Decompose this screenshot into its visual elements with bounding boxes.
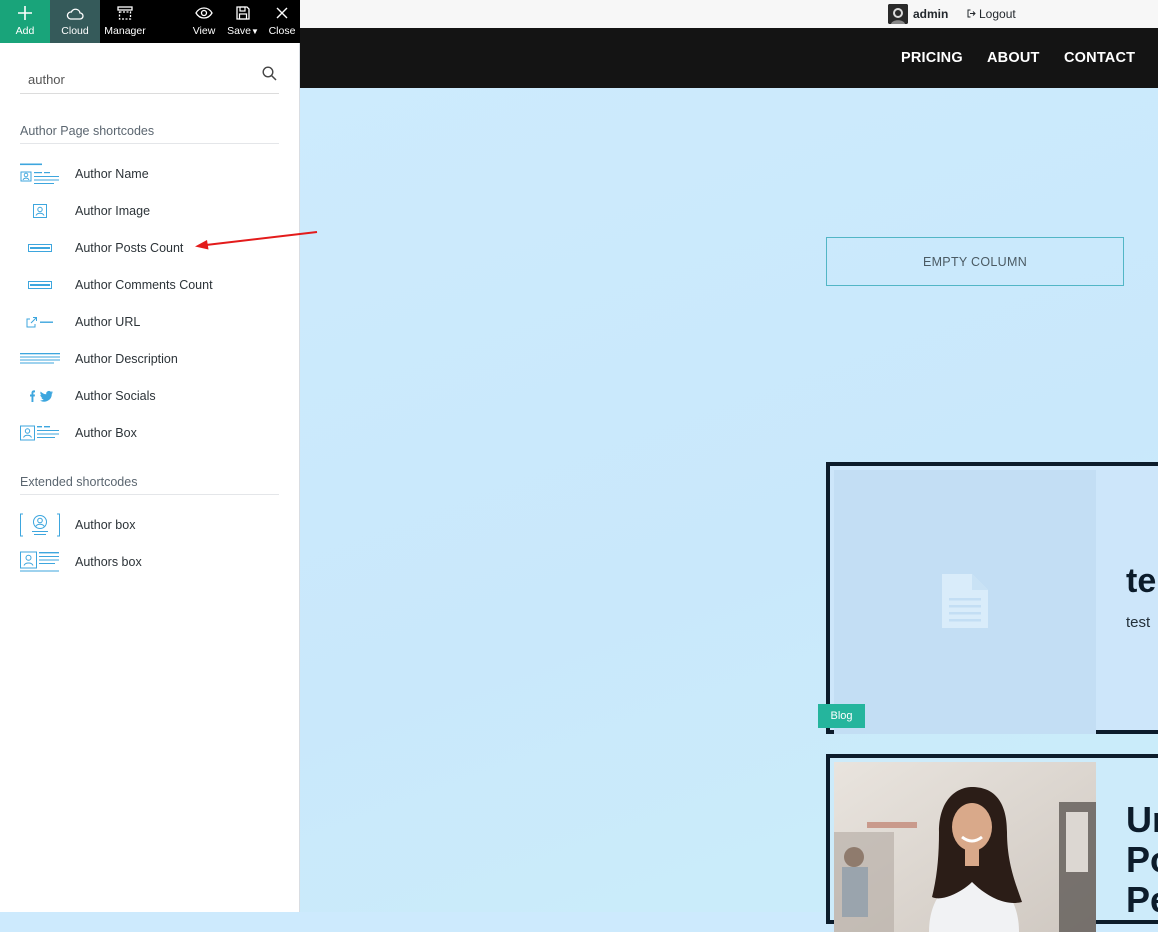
- site-navbar: PRICING ABOUT CONTACT: [300, 28, 1158, 88]
- post-card-excerpt: test: [1126, 614, 1151, 631]
- author-url-icon: [20, 308, 60, 336]
- builder-toolbar: Add Cloud Manager View Save▼ Close: [0, 0, 300, 43]
- search-icon[interactable]: [262, 66, 277, 86]
- post-card-title[interactable]: Ur Po Pe: [1126, 800, 1158, 920]
- shortcode-author-url[interactable]: Author URL: [20, 308, 279, 336]
- admin-username[interactable]: admin: [913, 7, 948, 21]
- empty-column-placeholder[interactable]: EMPTY COLUMN: [826, 237, 1124, 286]
- author-name-icon: [20, 160, 60, 188]
- document-icon: [942, 574, 988, 628]
- shortcode-label: Author Image: [75, 204, 151, 218]
- close-icon: [264, 5, 300, 21]
- shortcode-label: Author Name: [75, 167, 149, 181]
- admin-bar: admin Logout: [300, 0, 1158, 28]
- post-card-photo: [834, 762, 1096, 932]
- search-input[interactable]: [28, 70, 248, 88]
- shortcode-author-name[interactable]: Author Name: [20, 160, 279, 188]
- logout-link[interactable]: Logout: [967, 7, 1016, 21]
- add-button[interactable]: Add: [0, 0, 50, 43]
- shortcode-author-comments-count[interactable]: Author Comments Count: [20, 271, 279, 299]
- cloud-button[interactable]: Cloud: [50, 0, 100, 43]
- add-label: Add: [15, 25, 35, 37]
- shortcode-author-socials[interactable]: Author Socials: [20, 382, 279, 410]
- shortcode-search: [20, 62, 279, 94]
- shortcodes-panel: Add Cloud Manager View Save▼ Close autho…: [0, 0, 300, 912]
- post-card-image: [834, 470, 1096, 734]
- authors-box-icon: [20, 548, 60, 576]
- section-title-extended: Extended shortcodes: [20, 475, 279, 495]
- cloud-icon: [50, 5, 100, 21]
- shortcode-label: Author box: [75, 518, 136, 532]
- post-card[interactable]: te test: [826, 462, 1158, 734]
- shortcode-label: Authors box: [75, 555, 142, 569]
- nav-pricing[interactable]: PRICING: [901, 50, 963, 66]
- close-label: Close: [268, 25, 296, 37]
- shortcode-author-description[interactable]: Author Description: [20, 345, 279, 373]
- logout-label: Logout: [979, 7, 1016, 21]
- nav-about[interactable]: ABOUT: [987, 50, 1040, 66]
- post-card[interactable]: Ur Po Pe: [826, 754, 1158, 932]
- shortcode-label: Author URL: [75, 315, 141, 329]
- logout-icon: [967, 7, 976, 21]
- shortcode-author-box[interactable]: Author Box: [20, 419, 279, 447]
- annotation-arrow-icon: [195, 231, 318, 250]
- shortcode-author-box-extended[interactable]: Author box: [20, 511, 279, 539]
- shortcode-label: Author Box: [75, 426, 137, 440]
- shortcode-label: Author Posts Count: [75, 241, 184, 255]
- shortcode-label: Author Comments Count: [75, 278, 213, 292]
- section-title-author-page: Author Page shortcodes: [20, 124, 279, 144]
- save-button[interactable]: Save▼: [222, 0, 264, 43]
- view-label: View: [192, 25, 216, 37]
- avatar[interactable]: [888, 4, 908, 24]
- title-line: Pe: [1126, 879, 1158, 920]
- shortcode-label: Author Description: [75, 352, 178, 366]
- shortcode-label: Author Socials: [75, 389, 156, 403]
- caret-down-icon: ▼: [251, 27, 259, 36]
- manager-icon: [100, 5, 150, 21]
- shortcode-author-image[interactable]: Author Image: [20, 197, 279, 225]
- author-image-icon: [20, 197, 60, 225]
- title-line: Ur: [1126, 799, 1158, 840]
- close-button[interactable]: Close: [264, 0, 300, 43]
- view-button[interactable]: View: [186, 0, 222, 43]
- author-box-icon: [20, 419, 60, 447]
- author-description-icon: [20, 345, 60, 373]
- author-box-extended-icon: [20, 511, 60, 539]
- author-socials-icon: [20, 382, 60, 410]
- manager-button[interactable]: Manager: [100, 0, 150, 43]
- floppy-disk-icon: [222, 5, 264, 21]
- save-label: Save: [227, 25, 251, 37]
- manager-label: Manager: [104, 25, 146, 37]
- shortcode-authors-box[interactable]: Authors box: [20, 548, 279, 576]
- title-line: Po: [1126, 839, 1158, 880]
- category-tag[interactable]: Blog: [818, 704, 865, 728]
- plus-icon: [0, 5, 50, 21]
- eye-icon: [186, 5, 222, 21]
- author-posts-count-icon: [20, 234, 60, 262]
- cloud-label: Cloud: [61, 25, 89, 37]
- author-comments-count-icon: [20, 271, 60, 299]
- post-card-title[interactable]: te: [1126, 562, 1156, 601]
- nav-contact[interactable]: CONTACT: [1064, 50, 1135, 66]
